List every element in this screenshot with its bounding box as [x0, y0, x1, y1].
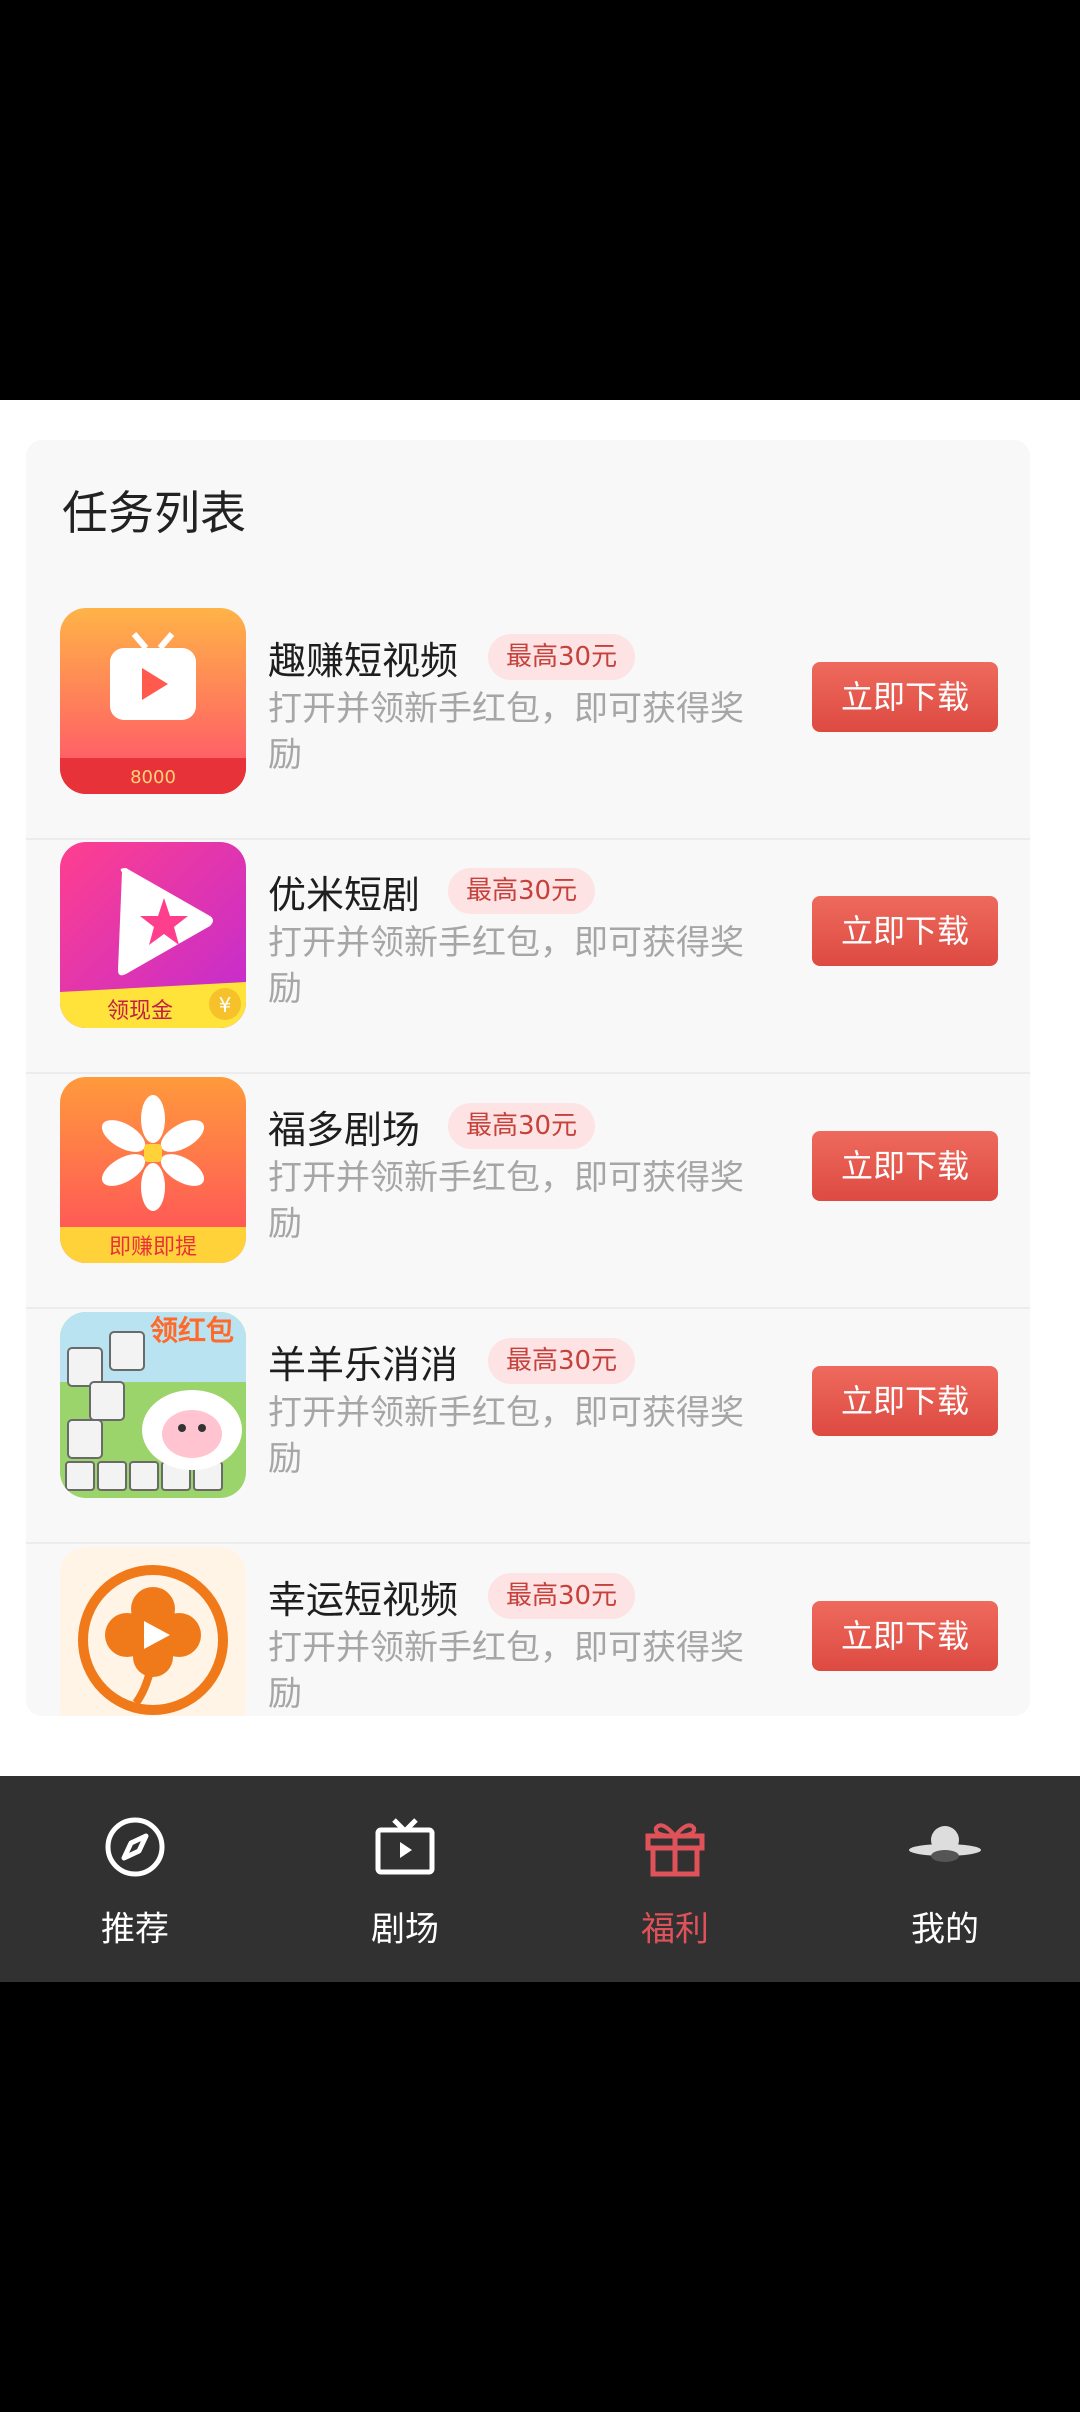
task-description: 打开并领新手红包，即可获得奖励: [268, 923, 744, 1009]
yangyang-icon-caption: 领红包: [150, 1314, 234, 1347]
youmi-app-icon[interactable]: 领现金 ¥: [60, 842, 246, 1028]
download-button[interactable]: 立即下载: [812, 1366, 998, 1436]
tab-label: 推荐: [101, 1909, 169, 1950]
yangyang-app-icon[interactable]: 领红包: [60, 1312, 246, 1498]
reward-badge: 最高30元: [448, 868, 596, 914]
app-name: 福多剧场: [268, 1108, 421, 1152]
task-list-card: 任务列表 8000 趣赚短视频 最高30元 打开并领新手红包，即可获得奖励 立即…: [26, 440, 1030, 1716]
app-name: 优米短剧: [268, 873, 421, 917]
bottom-black-area: [0, 1982, 1080, 2412]
reward-badge: 最高30元: [488, 1338, 636, 1384]
task-item-fuduo: 即赚即提 福多剧场 最高30元 打开并领新手红包，即可获得奖励 立即下载: [26, 1075, 1030, 1309]
compass-icon: [104, 1816, 166, 1878]
task-item-yangyang: 领红包 羊羊乐消消 最高30元 打开并领新手红包，即可获得奖励 立即下载: [26, 1310, 1030, 1544]
card-title: 任务列表: [62, 486, 246, 540]
task-description: 打开并领新手红包，即可获得奖励: [268, 689, 744, 775]
task-description: 打开并领新手红包，即可获得奖励: [268, 1393, 744, 1479]
divider: [26, 1542, 1030, 1544]
tab-welfare[interactable]: 福利: [540, 1776, 810, 1982]
app-name: 趣赚短视频: [268, 639, 459, 683]
bottom-tab-bar: 推荐 剧场 福利 我的: [0, 1776, 1080, 1982]
app-name: 幸运短视频: [268, 1578, 459, 1622]
download-button[interactable]: 立即下载: [812, 1601, 998, 1671]
task-item-xingyun: 幸运短视频 最高30元 打开并领新手红包，即可获得奖励 立即下载: [26, 1545, 1030, 1716]
divider: [26, 1072, 1030, 1074]
tab-theater[interactable]: 剧场: [270, 1776, 540, 1982]
gift-icon: [644, 1816, 706, 1878]
task-item-quzhuan: 8000 趣赚短视频 最高30元 打开并领新手红包，即可获得奖励 立即下载: [26, 606, 1030, 840]
task-item-youmi: 领现金 ¥ 优米短剧 最高30元 打开并领新手红包，即可获得奖励 立即下载: [26, 840, 1030, 1074]
youmi-icon-caption: 领现金: [107, 999, 173, 1024]
divider: [26, 1307, 1030, 1309]
quzhuan-icon-caption: 8000: [130, 767, 176, 788]
tab-mine[interactable]: 我的: [810, 1776, 1080, 1982]
reward-badge: 最高30元: [488, 1573, 636, 1619]
reward-badge: 最高30元: [488, 634, 636, 680]
task-description: 打开并领新手红包，即可获得奖励: [268, 1628, 744, 1714]
fuduo-app-icon[interactable]: 即赚即提: [60, 1077, 246, 1263]
tab-recommend[interactable]: 推荐: [0, 1776, 270, 1982]
xingyun-app-icon[interactable]: [60, 1547, 246, 1716]
tv-icon: [374, 1816, 436, 1878]
download-button[interactable]: 立即下载: [812, 662, 998, 732]
fuduo-icon-caption: 即赚即提: [109, 1235, 197, 1260]
download-button[interactable]: 立即下载: [812, 896, 998, 966]
app-name: 羊羊乐消消: [268, 1343, 459, 1387]
tab-label: 剧场: [371, 1909, 439, 1950]
user-avatar-icon: [909, 1816, 981, 1878]
task-description: 打开并领新手红包，即可获得奖励: [268, 1158, 744, 1244]
reward-badge: 最高30元: [448, 1103, 596, 1149]
svg-text:¥: ¥: [219, 993, 232, 1017]
content-area: 任务列表 8000 趣赚短视频 最高30元 打开并领新手红包，即可获得奖励 立即…: [0, 400, 1080, 1776]
quzhuan-app-icon[interactable]: 8000: [60, 608, 246, 794]
tab-label: 福利: [641, 1909, 709, 1950]
tab-label: 我的: [911, 1909, 979, 1950]
top-black-area: [0, 0, 1080, 400]
download-button[interactable]: 立即下载: [812, 1131, 998, 1201]
